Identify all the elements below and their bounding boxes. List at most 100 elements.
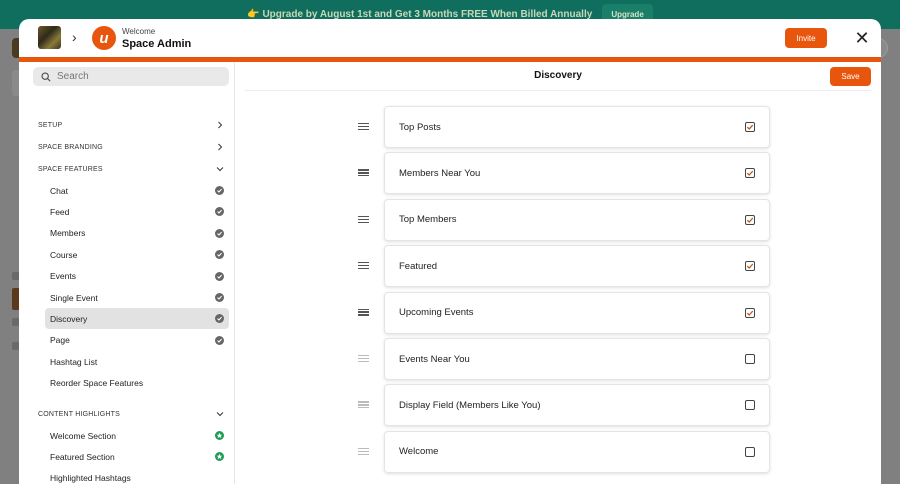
- checkmark-icon: [746, 263, 754, 270]
- checkmark-icon: [746, 124, 754, 130]
- chevron-right-icon: [218, 143, 223, 151]
- sidebar-highlight-item-label: Featured Section: [50, 451, 115, 462]
- sidebar-feature-item-label: Feed: [50, 206, 70, 217]
- discovery-card-label: Featured: [399, 260, 438, 272]
- invite-button[interactable]: Invite: [785, 28, 827, 48]
- sidebar-feature-item-label: Discovery: [50, 313, 88, 324]
- checkbox-icon[interactable]: [745, 122, 755, 132]
- header-title: Space Admin: [122, 38, 192, 50]
- discovery-card: Upcoming Events: [384, 291, 770, 334]
- drag-handle-icon[interactable]: [358, 401, 369, 409]
- check-circle-icon: [215, 186, 224, 195]
- section-label: SETUP: [38, 121, 63, 129]
- discovery-card-label: Upcoming Events: [399, 307, 474, 319]
- discovery-card: Top Posts: [384, 106, 770, 148]
- sidebar-feature-item-label: Course: [50, 249, 78, 260]
- sidebar-feature-item[interactable]: Single Event: [45, 287, 229, 308]
- sidebar-feature-item[interactable]: Events: [45, 266, 229, 287]
- page-title: Discovery: [534, 70, 582, 81]
- section-content-highlights[interactable]: CONTENT HIGHLIGHTS: [38, 407, 224, 421]
- sidebar-highlight-item[interactable]: Welcome Section: [45, 425, 229, 446]
- chevron-down-icon: [216, 412, 224, 417]
- drag-handle-icon[interactable]: [358, 169, 369, 177]
- modal-header: › u Welcome Space Admin Invite ✕: [19, 19, 881, 62]
- check-circle-icon: [215, 314, 224, 324]
- drag-handle-icon[interactable]: [358, 308, 369, 317]
- checkbox-icon[interactable]: [745, 261, 755, 272]
- sidebar-highlight-item-label: Highlighted Hashtags: [50, 473, 131, 484]
- breadcrumb-chevron-icon: ›: [72, 29, 77, 45]
- discovery-card-label: Events Near You: [399, 353, 470, 365]
- checkbox-icon[interactable]: [745, 354, 755, 364]
- sidebar-feature-item-label: Members: [50, 228, 86, 239]
- search-box[interactable]: [33, 67, 229, 86]
- discovery-card-label: Members Near You: [399, 167, 481, 179]
- admin-sidebar: SETUP SPACE BRANDING SPACE FEATURES Chat…: [19, 62, 235, 484]
- space-logo: u: [92, 26, 116, 50]
- checkbox-icon[interactable]: [745, 168, 755, 179]
- star-badge-icon: [215, 431, 224, 440]
- sidebar-feature-item-label: Single Event: [50, 292, 98, 303]
- check-circle-icon: [215, 271, 224, 281]
- sidebar-feature-item[interactable]: Page: [45, 330, 229, 351]
- search-icon: [41, 71, 51, 82]
- section-setup[interactable]: SETUP: [38, 118, 224, 132]
- sidebar-feature-item[interactable]: Chat: [45, 180, 229, 201]
- sidebar-feature-item[interactable]: Reorder Space Features: [45, 373, 229, 394]
- star-badge-icon: [215, 452, 224, 462]
- checkbox-icon[interactable]: [745, 446, 755, 457]
- sidebar-highlight-item[interactable]: Highlighted Hashtags: [45, 468, 229, 484]
- discovery-card: Welcome: [384, 430, 770, 473]
- discovery-card-label: Welcome: [399, 446, 439, 458]
- section-label: SPACE BRANDING: [38, 143, 103, 151]
- discovery-card: Members Near You: [384, 152, 770, 195]
- checkbox-icon[interactable]: [745, 400, 755, 411]
- section-label: CONTENT HIGHLIGHTS: [38, 410, 121, 418]
- sidebar-feature-item-label: Hashtag List: [50, 356, 98, 367]
- drag-handle-icon[interactable]: [358, 447, 369, 456]
- check-circle-icon: [215, 335, 224, 345]
- space-admin-modal: › u Welcome Space Admin Invite ✕ SETUP S…: [19, 19, 881, 484]
- sidebar-feature-item[interactable]: Course: [45, 244, 229, 265]
- drag-handle-icon[interactable]: [358, 262, 369, 270]
- discovery-card-label: Display Field (Members Like You): [399, 399, 541, 411]
- discovery-card: Top Members: [384, 198, 770, 241]
- chevron-right-icon: [218, 121, 223, 129]
- check-circle-icon: [215, 207, 224, 217]
- sidebar-highlight-item-label: Welcome Section: [50, 430, 116, 441]
- discovery-card: Featured: [384, 245, 770, 288]
- sidebar-feature-item-label: Page: [50, 335, 70, 346]
- sidebar-feature-item-label: Events: [50, 271, 76, 282]
- section-label: SPACE FEATURES: [38, 165, 103, 173]
- sidebar-highlight-item[interactable]: Featured Section: [45, 446, 229, 467]
- discovery-card-label: Top Posts: [399, 121, 441, 133]
- discovery-card: Display Field (Members Like You): [384, 384, 770, 427]
- space-thumbnail[interactable]: [38, 26, 61, 49]
- checkbox-icon[interactable]: [745, 307, 755, 318]
- sidebar-feature-item-label: Chat: [50, 185, 68, 196]
- divider: [245, 90, 871, 91]
- header-subtitle: Welcome: [122, 27, 156, 36]
- section-space-branding[interactable]: SPACE BRANDING: [38, 140, 224, 154]
- check-circle-icon: [215, 293, 224, 302]
- section-space-features[interactable]: SPACE FEATURES: [38, 162, 224, 176]
- close-icon[interactable]: ✕: [853, 28, 871, 48]
- search-input[interactable]: [57, 71, 217, 82]
- checkbox-icon[interactable]: [745, 214, 755, 225]
- drag-handle-icon[interactable]: [358, 355, 369, 363]
- checkmark-icon: [746, 310, 754, 316]
- discovery-panel: Discovery Save Top Posts Members Near You…: [235, 62, 881, 484]
- drag-handle-icon[interactable]: [358, 123, 369, 131]
- sidebar-feature-item[interactable]: Hashtag List: [45, 351, 229, 372]
- discovery-card-label: Top Members: [399, 214, 457, 226]
- sidebar-feature-item[interactable]: Feed: [45, 201, 229, 222]
- sidebar-feature-item[interactable]: Discovery: [45, 308, 229, 330]
- checkmark-icon: [746, 170, 754, 177]
- check-circle-icon: [215, 228, 224, 238]
- drag-handle-icon[interactable]: [358, 215, 369, 224]
- checkmark-icon: [746, 217, 754, 223]
- check-circle-icon: [215, 250, 224, 260]
- save-button[interactable]: Save: [830, 67, 871, 86]
- sidebar-feature-item[interactable]: Members: [45, 223, 229, 244]
- sidebar-feature-item-label: Reorder Space Features: [50, 378, 144, 389]
